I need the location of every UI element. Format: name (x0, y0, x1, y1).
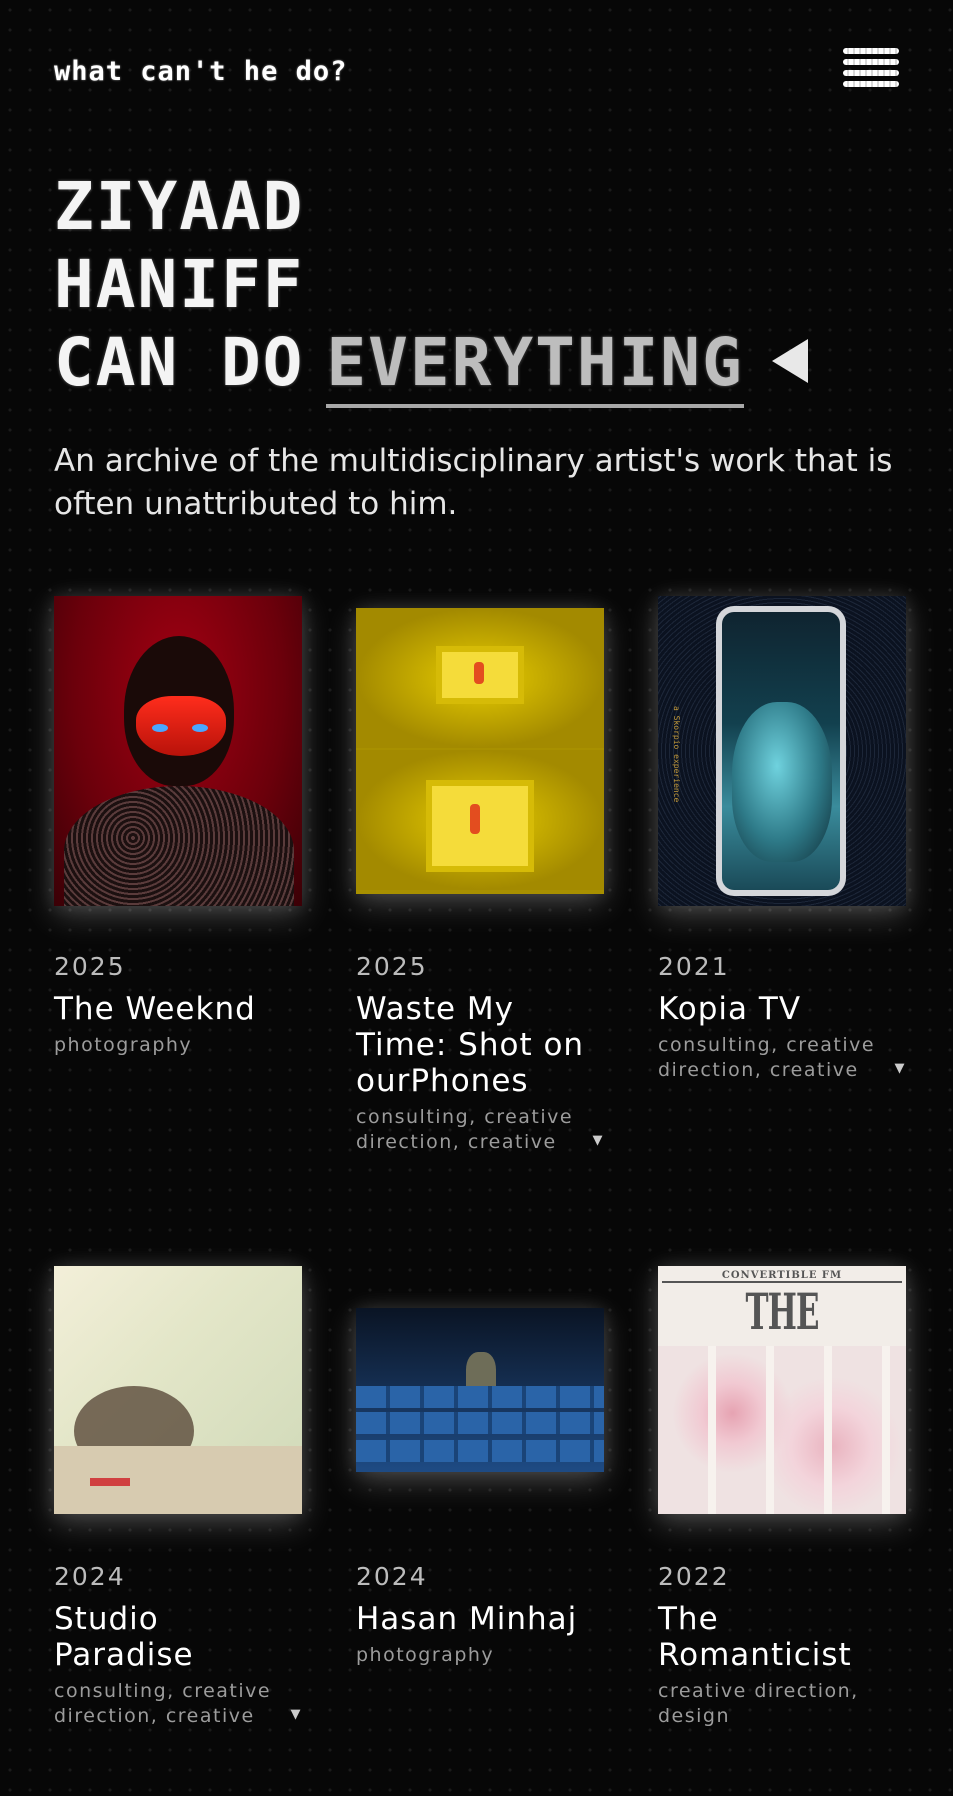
expand-tags-caret-icon[interactable]: ▼ (895, 1056, 907, 1081)
project-title[interactable]: Kopia TV (658, 991, 906, 1027)
project-thumbnail[interactable] (356, 1308, 604, 1472)
project-year: 2024 (54, 1562, 126, 1591)
hero-rotating-word[interactable]: EVERYTHING (326, 324, 745, 408)
project-tags-text: consulting, creative direction, creative (658, 1034, 876, 1081)
project-title[interactable]: The Romanticist (658, 1601, 906, 1673)
project-tags: consulting, creative direction, creative… (658, 1033, 906, 1083)
expand-tags-caret-icon[interactable]: ▼ (593, 1128, 605, 1153)
project-thumbnail[interactable] (356, 608, 604, 894)
project-year: 2024 (356, 1562, 428, 1591)
hero-section: ZIYAAD HANIFF CAN DO EVERYTHING An archiv… (54, 168, 914, 526)
hero-line-3-prefix: CAN DO (54, 324, 305, 401)
thumbnail-caption: a Skorpio experience (672, 706, 681, 803)
arrow-left-icon (771, 338, 808, 383)
project-title[interactable]: Hasan Minhaj (356, 1601, 604, 1637)
site-header: what can't he do? (54, 48, 899, 98)
hero-description: An archive of the multidisciplinary arti… (54, 443, 893, 522)
project-title[interactable]: The Weeknd (54, 991, 302, 1027)
project-tags: photography (54, 1033, 302, 1058)
project-year: 2021 (658, 952, 730, 981)
project-year: 2022 (658, 1562, 730, 1591)
hero-line-3: CAN DO EVERYTHING (54, 324, 914, 408)
project-thumbnail[interactable]: a Skorpio experience (658, 596, 906, 906)
thumbnail-header-text: CONVERTIBLE FM (662, 1270, 902, 1283)
project-tags-text: consulting, creative direction, creative (356, 1106, 574, 1153)
project-year: 2025 (356, 952, 428, 981)
project-tags: consulting, creative direction, creative… (54, 1679, 302, 1729)
project-tags: consulting, creative direction, creative… (356, 1105, 604, 1155)
expand-tags-caret-icon[interactable]: ▼ (291, 1702, 303, 1727)
hamburger-menu-icon[interactable] (843, 48, 899, 96)
project-title[interactable]: Waste My Time: Shot on ourPhones (356, 991, 604, 1099)
project-thumbnail[interactable] (54, 1266, 302, 1514)
project-tags: creative direction, design (658, 1679, 906, 1729)
hero-line-1: ZIYAAD (54, 168, 305, 245)
project-year: 2025 (54, 952, 126, 981)
project-tags-text: photography (356, 1644, 495, 1666)
project-tags-text: consulting, creative direction, creative (54, 1680, 272, 1727)
site-title-link[interactable]: what can't he do? (54, 56, 347, 87)
project-thumbnail[interactable]: CONVERTIBLE FM THE ROMANTICIST (658, 1266, 906, 1514)
project-thumbnail[interactable] (54, 596, 302, 906)
project-tags-text: photography (54, 1034, 193, 1056)
project-tags-text: creative direction, design (658, 1680, 859, 1727)
hero-line-2: HANIFF (54, 246, 305, 323)
project-title[interactable]: Studio Paradise (54, 1601, 302, 1673)
project-tags: photography (356, 1643, 604, 1668)
